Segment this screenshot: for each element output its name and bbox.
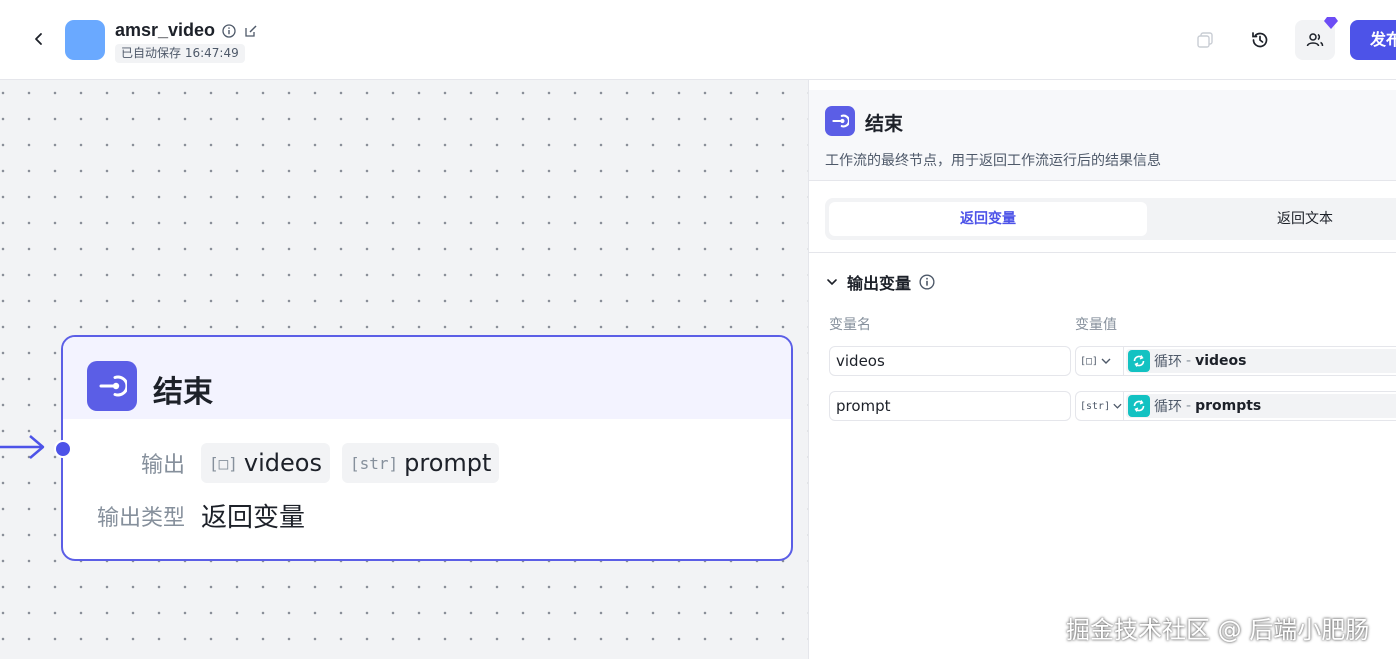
end-node-title: 结束: [153, 375, 213, 410]
node-output-type-row: 输出类型 返回变量: [63, 497, 791, 534]
edit-icon[interactable]: [243, 23, 259, 39]
history-icon: [1252, 32, 1268, 48]
output-type-value: 返回变量: [201, 503, 306, 533]
reference-source: 循环: [1154, 354, 1182, 370]
top-bar: amsr_video 已自动保存 16:47:49 发布: [0, 0, 1396, 80]
app-title: amsr_video: [115, 20, 216, 40]
end-node-icon: [825, 106, 855, 136]
back-button[interactable]: [26, 26, 52, 52]
string-type-icon: [str]: [1080, 400, 1111, 412]
loop-icon: [1128, 395, 1150, 417]
output-type-label: 输出类型: [96, 505, 185, 531]
reference-variable: videos: [1195, 353, 1247, 369]
end-node-header: 结束: [63, 337, 791, 419]
variable-reference[interactable]: 循环 - prompts: [1126, 394, 1396, 418]
tab-return-variables[interactable]: 返回变量: [829, 202, 1147, 236]
reference-source: 循环: [1154, 399, 1182, 415]
copy-button[interactable]: [1185, 20, 1225, 60]
variable-name-input[interactable]: prompt: [829, 391, 1071, 421]
app-icon: [65, 20, 105, 60]
chevron-down-icon: [1101, 358, 1111, 364]
panel-header: 结束 工作流的最终节点，用于返回工作流运行后的结果信息: [809, 90, 1396, 181]
output-tag-prompt: [str] prompt: [341, 443, 500, 483]
publish-button[interactable]: 发布: [1350, 20, 1396, 60]
diamond-badge-icon: [1324, 17, 1338, 29]
tab-return-text[interactable]: 返回文本: [1155, 202, 1396, 236]
history-button[interactable]: [1240, 20, 1280, 60]
string-type-icon: [str]: [349, 453, 399, 473]
array-type-icon: [□]: [1080, 355, 1099, 367]
collaborators-button[interactable]: [1295, 17, 1338, 60]
copy-icon: [1197, 32, 1213, 48]
panel-description: 工作流的最终节点，用于返回工作流运行后的结果信息: [825, 153, 1161, 169]
chevron-down-icon: [1113, 403, 1122, 409]
variable-value-field: [str] 循环 - prompts: [1075, 391, 1396, 421]
output-label: 输出: [140, 453, 185, 478]
end-node[interactable]: 结束 输出 [□] videos [str] prompt 输出类型 返回变量: [61, 335, 793, 561]
info-icon[interactable]: [221, 23, 237, 39]
section-title: 输出变量: [847, 274, 912, 293]
chevron-down-icon[interactable]: [825, 275, 839, 289]
title-row: amsr_video: [115, 20, 259, 41]
divider: [809, 252, 1396, 253]
output-name: videos: [243, 449, 322, 477]
node-input-handle[interactable]: [54, 440, 72, 458]
array-type-icon: [□]: [209, 453, 238, 473]
output-variables-section[interactable]: 输出变量: [825, 270, 935, 294]
output-name: prompt: [404, 449, 492, 477]
reference-separator: -: [1186, 398, 1192, 414]
info-icon[interactable]: [919, 274, 935, 290]
watermark: 掘金技术社区 @ 后端小肥肠: [1066, 616, 1370, 644]
type-select[interactable]: [str]: [1076, 392, 1124, 420]
column-header-value: 变量值: [1075, 317, 1117, 333]
node-config-panel: 结束 工作流的最终节点，用于返回工作流运行后的结果信息 返回变量 返回文本 输出…: [808, 80, 1396, 659]
autosave-status: 已自动保存 16:47:49: [115, 44, 245, 63]
column-header-name: 变量名: [829, 317, 871, 333]
output-tag-videos: [□] videos: [201, 443, 330, 483]
type-select[interactable]: [□]: [1076, 347, 1124, 375]
variable-reference[interactable]: 循环 - videos: [1126, 349, 1396, 373]
reference-separator: -: [1186, 353, 1192, 369]
output-mode-tabs: 返回变量 返回文本: [825, 198, 1396, 240]
variable-name-input[interactable]: videos: [829, 346, 1071, 376]
users-icon: [1306, 33, 1324, 47]
variable-value-field: [□] 循环 - videos: [1075, 346, 1396, 376]
chevron-left-icon: [35, 33, 42, 45]
loop-icon: [1128, 350, 1150, 372]
end-node-icon: [87, 361, 137, 411]
node-output-row: 输出 [□] videos [str] prompt: [63, 443, 791, 483]
reference-variable: prompts: [1195, 398, 1262, 414]
panel-title: 结束: [865, 113, 904, 135]
connection-arrow-icon: [0, 435, 45, 459]
